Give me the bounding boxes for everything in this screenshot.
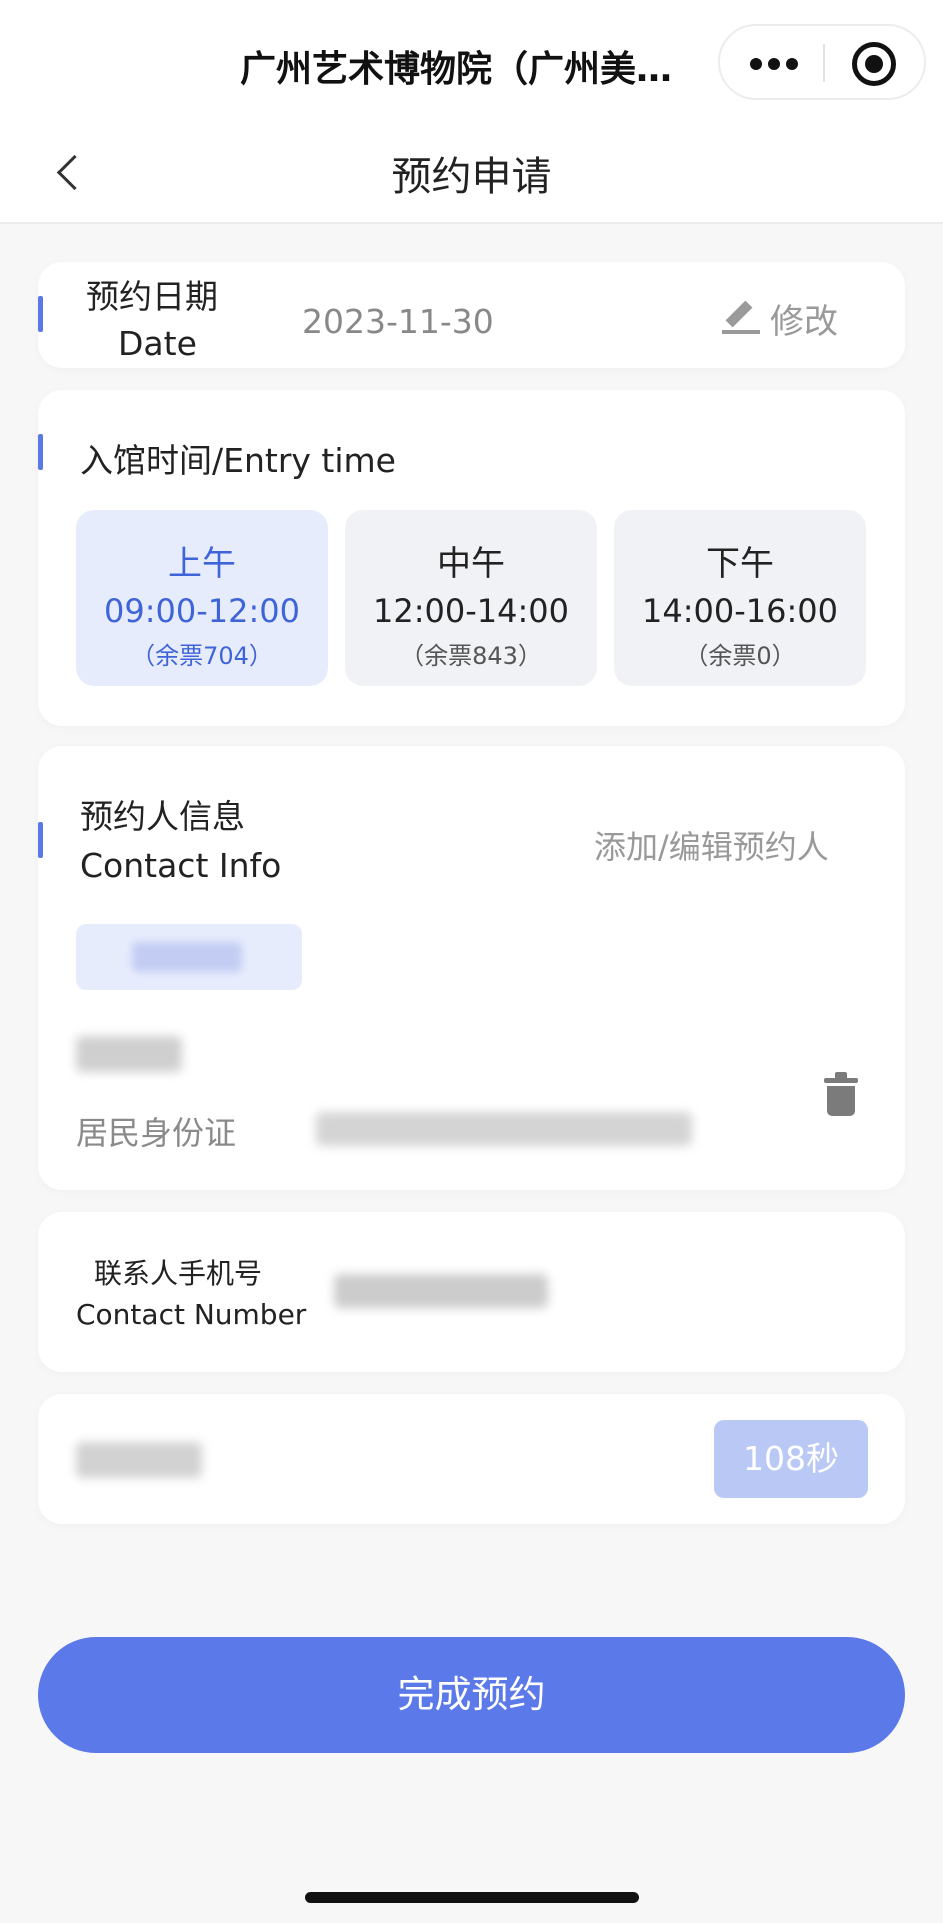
slot-remaining: （余票704） [131, 642, 273, 670]
slot-time: 14:00-16:00 [642, 592, 838, 630]
time-slot-noon[interactable]: 中午 12:00-14:00 （余票843） [345, 510, 597, 686]
time-slot-morning[interactable]: 上午 09:00-12:00 （余票704） [76, 510, 328, 686]
nav-bar: 预约申请 [0, 122, 943, 224]
complete-booking-button[interactable]: 完成预约 [38, 1637, 905, 1753]
date-card: 预约日期 Date 2023-11-30 修改 [38, 262, 905, 368]
slot-remaining: （余票843） [400, 642, 542, 670]
slot-remaining: （余票0） [684, 642, 796, 670]
mini-program-title-bar: 广州艺术博物院（广州美… [0, 0, 943, 122]
entry-time-label: 入馆时间/Entry time [80, 441, 396, 480]
redacted-contact-name [132, 942, 242, 972]
id-type: 居民身份证 [76, 1114, 237, 1152]
trash-icon[interactable] [824, 1072, 858, 1118]
edit-contacts-link[interactable]: 添加/编辑预约人 [594, 822, 829, 868]
home-indicator [305, 1892, 639, 1903]
capsule-menu [718, 24, 926, 100]
verification-card: 108秒 [38, 1394, 905, 1524]
contact-chip[interactable] [76, 924, 302, 990]
time-slot-afternoon[interactable]: 下午 14:00-16:00 （余票0） [614, 510, 866, 686]
section-marker [38, 434, 43, 470]
slot-period: 下午 [706, 544, 774, 584]
app-title: 广州艺术博物院（广州美… [240, 49, 673, 90]
phone-label-en: Contact Number [76, 1298, 307, 1331]
contact-label-cn: 预约人信息 [80, 797, 245, 836]
pencil-icon [722, 298, 760, 334]
section-marker [38, 822, 43, 858]
date-label-cn: 预约日期 [86, 277, 218, 316]
redacted-visitor-name [76, 1036, 182, 1072]
phone-label-cn: 联系人手机号 [94, 1257, 263, 1290]
redacted-phone-input[interactable] [334, 1274, 548, 1308]
slot-period: 中午 [437, 544, 505, 584]
contact-info-card: 预约人信息 Contact Info 添加/编辑预约人 居民身份证 [38, 746, 905, 1190]
more-icon[interactable] [750, 56, 798, 72]
entry-time-card: 入馆时间/Entry time 上午 09:00-12:00 （余票704） 中… [38, 390, 905, 726]
close-target-icon[interactable] [852, 42, 896, 86]
date-label-en: Date [118, 324, 197, 363]
slot-time: 12:00-14:00 [373, 592, 569, 630]
redacted-id-number [316, 1112, 692, 1146]
edit-label: 修改 [770, 302, 838, 342]
slot-period: 上午 [168, 544, 236, 584]
capsule-divider [823, 44, 825, 82]
phone-card: 联系人手机号 Contact Number [38, 1212, 905, 1372]
date-value: 2023-11-30 [302, 302, 494, 341]
page-title: 预约申请 [391, 154, 552, 200]
section-marker [38, 296, 43, 332]
edit-date-button[interactable]: 修改 [718, 292, 868, 342]
contact-label-en: Contact Info [80, 846, 282, 885]
countdown-button[interactable]: 108秒 [714, 1420, 868, 1498]
redacted-code-input[interactable] [76, 1442, 202, 1478]
slot-time: 09:00-12:00 [104, 592, 300, 630]
